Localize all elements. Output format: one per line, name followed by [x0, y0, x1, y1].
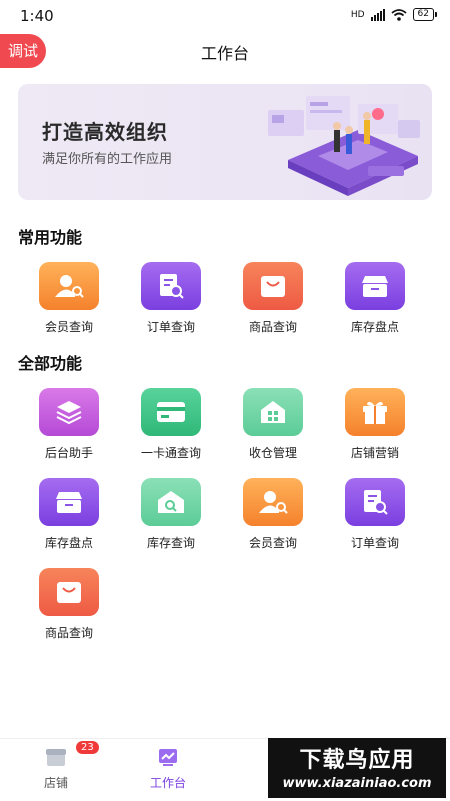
watermark-url: www.xiazainiao.com [282, 776, 432, 791]
tab-workbench-label: 工作台 [149, 776, 186, 790]
common-item-label: 库存盘点 [350, 320, 399, 334]
all-item-stock-search[interactable]: 库存查询 [125, 478, 217, 558]
common-item-label: 订单查询 [146, 320, 195, 334]
all-item-goods-search[interactable]: 商品查询 [23, 568, 115, 648]
header: 调试 工作台 [0, 34, 450, 70]
all-item-order-search[interactable]: 订单查询 [329, 478, 421, 558]
common-item-label: 商品查询 [248, 320, 297, 334]
network-type: HD [350, 9, 365, 20]
page-title: 工作台 [200, 44, 249, 63]
card-icon [141, 388, 201, 436]
gift-icon [345, 388, 405, 436]
goods-bag-icon [39, 568, 99, 616]
all-item-warehouse-manage[interactable]: 收仓管理 [227, 388, 319, 468]
all-item-label: 一卡通查询 [140, 446, 201, 460]
all-item-label: 商品查询 [44, 626, 93, 640]
common-item-inventory-check[interactable]: 库存盘点 [329, 262, 421, 342]
member-search-icon [243, 478, 303, 526]
banner-subtitle: 满足你所有的工作应用 [42, 152, 173, 167]
section-title-all: 全部功能 [18, 354, 83, 373]
banner-heading: 打造高效组织 [42, 120, 168, 144]
goods-bag-icon [243, 262, 303, 310]
common-item-label: 会员查询 [44, 320, 93, 334]
store-icon [46, 749, 66, 766]
member-search-icon [39, 262, 99, 310]
common-item-goods-search[interactable]: 商品查询 [227, 262, 319, 342]
inventory-box-icon [345, 262, 405, 310]
status-time: 1:40 [20, 7, 54, 25]
all-item-label: 店铺营销 [350, 446, 399, 460]
warehouse-icon [243, 388, 303, 436]
watermark-title: 下载鸟应用 [299, 748, 415, 773]
layers-icon [39, 388, 99, 436]
all-item-label: 会员查询 [248, 536, 297, 550]
common-item-member-search[interactable]: 会员查询 [23, 262, 115, 342]
wifi-icon [390, 8, 407, 21]
banner-illustration [268, 96, 420, 196]
tab-store-label: 店铺 [43, 776, 68, 790]
status-icons: HD 62 [350, 8, 438, 21]
common-item-order-search[interactable]: 订单查询 [125, 262, 217, 342]
all-item-label: 后台助手 [44, 446, 93, 460]
order-search-icon [141, 262, 201, 310]
watermark: 下载鸟应用 www.xiazainiao.com [268, 738, 446, 798]
order-search-icon [345, 478, 405, 526]
banner[interactable]: 打造高效组织 满足你所有的工作应用 [18, 84, 432, 200]
section-title-common: 常用功能 [18, 228, 83, 247]
all-item-label: 收仓管理 [248, 446, 297, 460]
all-item-member-search[interactable]: 会员查询 [227, 478, 319, 558]
all-item-store-marketing[interactable]: 店铺营销 [329, 388, 421, 468]
inventory-box-icon [39, 478, 99, 526]
tab-workbench[interactable]: 工作台 [128, 747, 208, 791]
all-item-backend-assistant[interactable]: 后台助手 [23, 388, 115, 468]
all-item-inventory-check[interactable]: 库存盘点 [23, 478, 115, 558]
all-item-card-search[interactable]: 一卡通查询 [125, 388, 217, 468]
battery-icon: 62 [412, 8, 438, 21]
all-item-label: 库存查询 [146, 536, 195, 550]
stock-search-icon [141, 478, 201, 526]
all-item-label: 库存盘点 [44, 536, 93, 550]
store-badge: 23 [76, 741, 99, 754]
all-item-label: 订单查询 [350, 536, 399, 550]
tab-store[interactable]: 23 店铺 [16, 741, 99, 791]
signal-icon [370, 8, 385, 21]
workbench-icon [159, 749, 177, 766]
status-bar: 1:40 HD 62 [0, 0, 450, 34]
